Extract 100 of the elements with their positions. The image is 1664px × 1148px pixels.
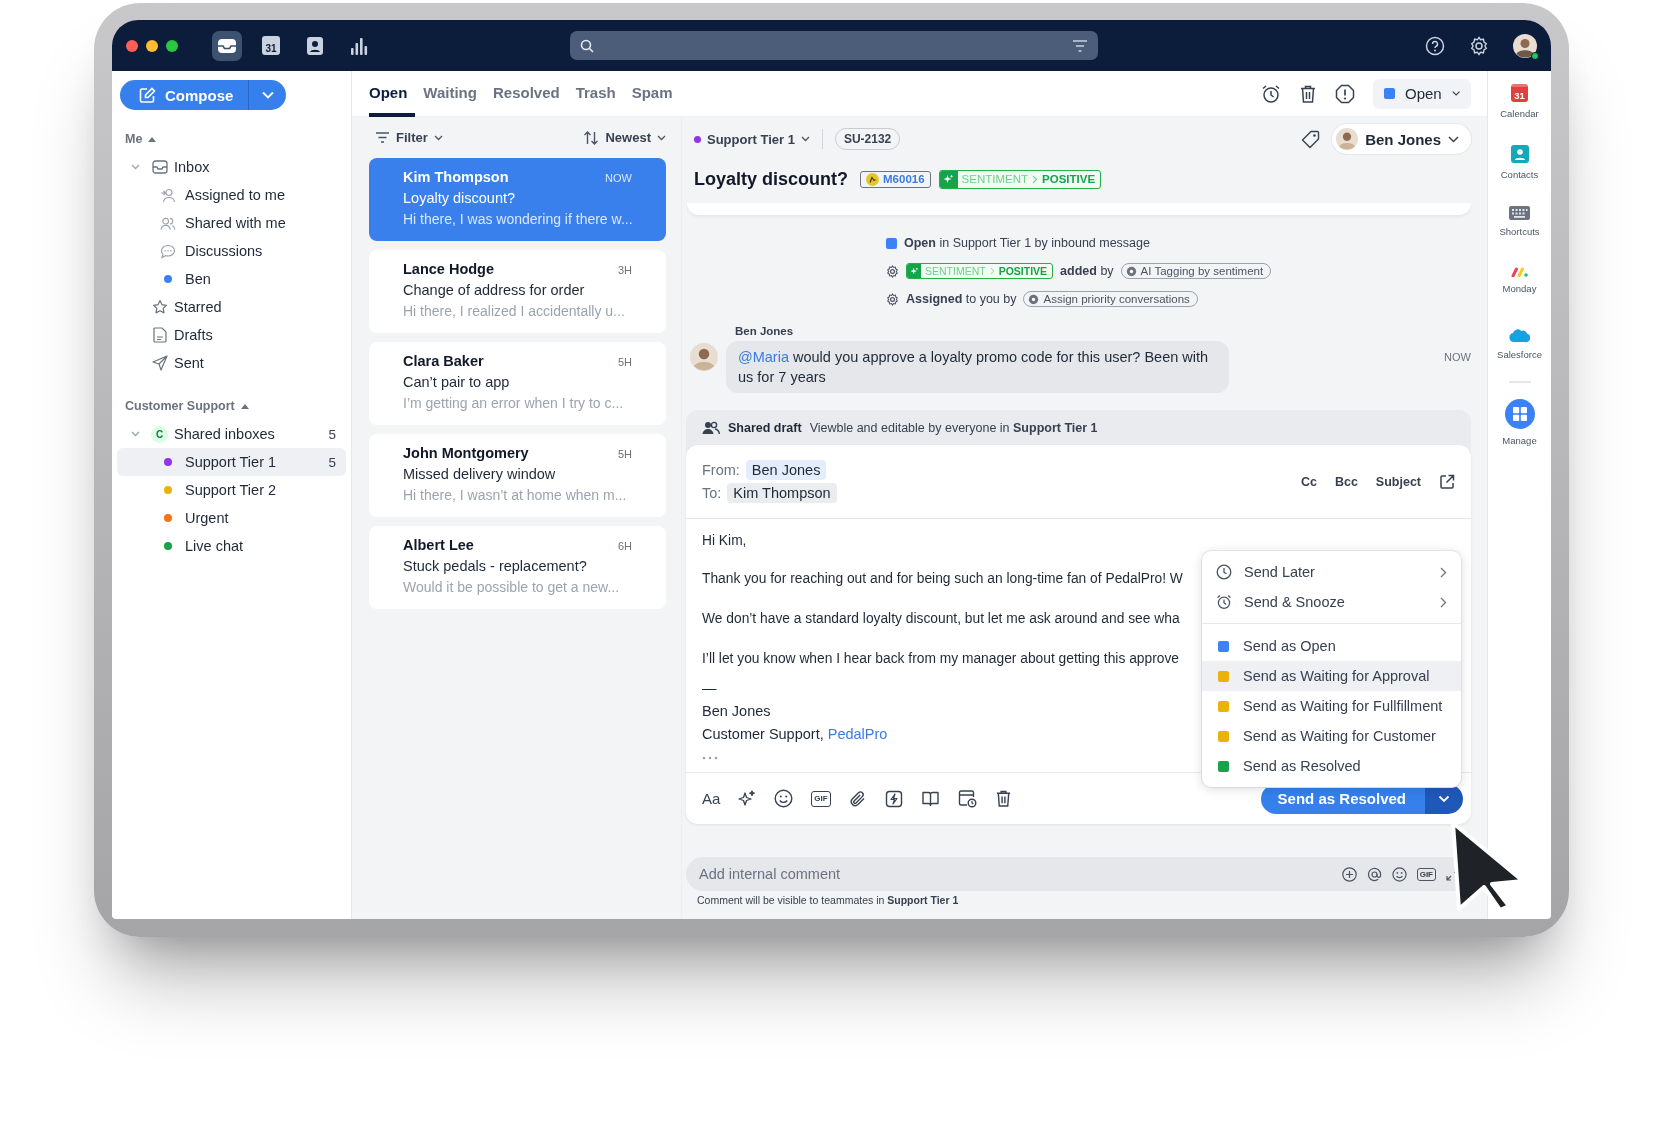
- sort-button[interactable]: Newest: [583, 128, 666, 147]
- sidebar-item[interactable]: Support Tier 1 5: [117, 448, 346, 476]
- sidebar-item[interactable]: Support Tier 2: [117, 476, 346, 504]
- order-tag[interactable]: M60016: [860, 170, 931, 188]
- rail-app-button[interactable]: Contacts: [1500, 141, 1539, 202]
- sidebar-item[interactable]: Sent: [117, 349, 346, 377]
- menu-item[interactable]: Send as Waiting for Fullfillment: [1202, 691, 1461, 721]
- emoji-icon[interactable]: [774, 789, 794, 808]
- header-link[interactable]: Subject: [1375, 474, 1421, 489]
- sidebar-item[interactable]: Urgent: [117, 504, 346, 532]
- mention-icon[interactable]: [1366, 866, 1382, 882]
- conversation-card[interactable]: John Montgomery 5H Missed delivery window Hi there, I wasn’t at home when m...: [369, 434, 666, 517]
- sender-name: Lance Hodge: [403, 261, 495, 277]
- help-icon[interactable]: [1425, 35, 1445, 56]
- sparkle-icon[interactable]: [738, 789, 757, 808]
- trash-icon[interactable]: [994, 789, 1012, 808]
- sort-icon: [583, 130, 600, 145]
- status-dropdown[interactable]: Open: [1373, 78, 1471, 109]
- settings-icon[interactable]: [1469, 35, 1489, 56]
- calendar-app-button[interactable]: 31: [256, 30, 286, 61]
- section-header[interactable]: Me: [125, 132, 157, 146]
- paperclip-icon[interactable]: [848, 789, 867, 808]
- rail-app-button[interactable]: Manage: [1502, 395, 1537, 456]
- compose-options-button[interactable]: [248, 80, 286, 110]
- user-icon: [160, 187, 176, 203]
- gif-button[interactable]: GIF: [811, 790, 831, 807]
- rail-app-button[interactable]: Shortcuts: [1499, 202, 1540, 263]
- grid-icon: [1504, 399, 1535, 429]
- section-header[interactable]: Customer Support: [125, 399, 249, 413]
- comment-text: @Maria would you approve a loyalty promo code for this user? Been with us for 7 years: [738, 348, 1210, 387]
- filter-icon[interactable]: [1072, 39, 1088, 52]
- menu-item[interactable]: Send & Snooze: [1202, 587, 1461, 617]
- add-icon[interactable]: [1341, 866, 1357, 882]
- close-button[interactable]: [126, 39, 138, 52]
- comment-note: Comment will be visible to teammates in Support Tier 1: [696, 894, 960, 906]
- timestamp: NOW: [1444, 351, 1471, 363]
- sidebar-item[interactable]: Discussions: [117, 237, 346, 265]
- tab[interactable]: Resolved: [492, 71, 568, 117]
- search-field[interactable]: [570, 31, 1098, 60]
- rail-app-button[interactable]: Salesforce: [1497, 324, 1542, 385]
- tab[interactable]: Waiting: [423, 71, 485, 117]
- tag-value: POSITIVE: [998, 265, 1048, 277]
- emoji-icon[interactable]: [1391, 866, 1407, 882]
- rail-app-button[interactable]: 31 Calendar: [1500, 80, 1539, 141]
- sparkle-icon: [943, 173, 955, 185]
- minimize-button[interactable]: [146, 39, 158, 52]
- format-button[interactable]: Aa: [702, 790, 721, 807]
- comment-author: Ben Jones: [734, 325, 795, 337]
- preview-text: Hi there, I wasn’t at home when m...: [403, 487, 627, 503]
- gif-button[interactable]: GIF: [1416, 867, 1436, 881]
- sender-chip[interactable]: Ben Jones: [745, 460, 827, 480]
- conversation-card[interactable]: Clara Baker 5H Can’t pair to app I’m getting an error when I try to c...: [369, 342, 666, 425]
- timestamp: NOW: [605, 172, 632, 184]
- menu-item[interactable]: Send as Resolved: [1202, 751, 1461, 781]
- recipient-chip[interactable]: Kim Thompson: [727, 483, 837, 503]
- user-avatar[interactable]: [1513, 33, 1537, 58]
- alert-icon[interactable]: [1335, 83, 1355, 104]
- trash-icon[interactable]: [1299, 83, 1317, 104]
- sidebar-item[interactable]: Drafts: [117, 321, 346, 349]
- sidebar-item[interactable]: Shared with me: [117, 209, 346, 237]
- sidebar-item[interactable]: C Shared inboxes 5: [117, 420, 346, 448]
- filter-button[interactable]: Filter: [375, 128, 443, 147]
- menu-item[interactable]: Send as Open: [1202, 631, 1461, 661]
- alarm-icon[interactable]: [1261, 83, 1281, 104]
- company-link[interactable]: PedalPro: [827, 726, 888, 742]
- compose-button[interactable]: Compose: [120, 80, 248, 110]
- conversation-card[interactable]: Lance Hodge 3H Change of address for order Hi there, I realized I accidentally u...: [369, 250, 666, 333]
- sidebar-item[interactable]: Inbox: [117, 153, 346, 181]
- preview-text: I’m getting an error when I try to c...: [403, 395, 624, 411]
- sidebar-item[interactable]: Live chat: [117, 532, 346, 560]
- header-link[interactable]: Cc: [1300, 474, 1317, 489]
- header-link[interactable]: Bcc: [1334, 474, 1358, 489]
- preview-text: Hi there, I was wondering if there w...: [403, 211, 633, 227]
- zoom-button[interactable]: [166, 39, 178, 52]
- sender-name: John Montgomery: [403, 445, 529, 461]
- tag-icon[interactable]: [1301, 129, 1321, 149]
- calendar-clock-icon[interactable]: [957, 789, 977, 808]
- conversation-card[interactable]: Albert Lee 6H Stuck pedals - replacement? Would it be possible to get a new...: [369, 526, 666, 609]
- inbox-app-button[interactable]: [212, 30, 242, 61]
- body-text: Hi Kim,: [702, 532, 747, 550]
- sidebar-item[interactable]: Assigned to me: [117, 181, 346, 209]
- external-link-icon[interactable]: [1439, 473, 1455, 490]
- draft-note: Viewble and editable by everyone in Support Tier 1: [809, 420, 1098, 435]
- caret-icon: [657, 134, 666, 141]
- lightning-icon[interactable]: [884, 789, 903, 808]
- tab[interactable]: Trash: [575, 71, 624, 117]
- rail-app-button[interactable]: Monday: [1502, 263, 1537, 324]
- sidebar-item[interactable]: Ben: [117, 265, 346, 293]
- sidebar-item[interactable]: Starred: [117, 293, 346, 321]
- timestamp: 5H: [617, 448, 632, 460]
- assignee-dropdown[interactable]: Ben Jones: [1332, 124, 1471, 154]
- conversation-card[interactable]: Kim Thompson NOW Loyalty discount? Hi there, I was wondering if there w...: [369, 158, 666, 241]
- inbox-dropdown[interactable]: Support Tier 1: [694, 129, 810, 149]
- menu-item[interactable]: Send as Waiting for Approval: [1202, 661, 1461, 691]
- caret-icon: [1448, 135, 1459, 143]
- preview-text: Hi there, I realized I accidentally u...: [403, 303, 625, 319]
- tab[interactable]: Spam: [631, 71, 681, 117]
- menu-item[interactable]: Send Later: [1202, 557, 1461, 587]
- book-icon[interactable]: [920, 789, 940, 808]
- menu-item[interactable]: Send as Waiting for Customer: [1202, 721, 1461, 751]
